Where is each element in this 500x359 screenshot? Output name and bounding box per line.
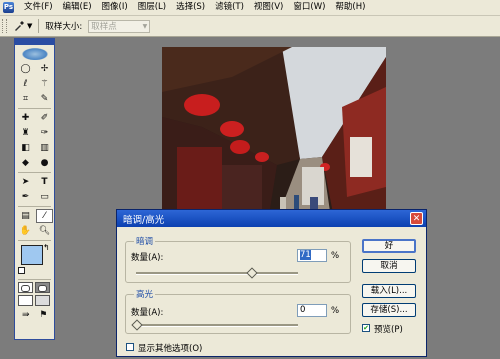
slice-tool-icon[interactable]: ✎ [36,92,53,106]
adobe-feather-logo[interactable] [19,47,50,60]
toolbox: ◯ ✢ ℓ ⚚ ⌗ ✎ ✚ ✐ ♜ ✑ ◧ ▥ ◆ ● ➤ T ✒ ▭ ▤ ⁄ … [14,38,55,340]
menu-file[interactable]: 文件(F) [19,0,58,15]
eraser-tool-icon[interactable]: ◧ [17,141,34,155]
highlights-amount-label: 数量(A): [131,308,164,318]
highlights-legend: 高光 [134,288,156,300]
magic-wand-icon[interactable]: ⚚ [36,77,53,91]
move-tool-icon[interactable]: ✢ [36,62,53,76]
highlights-slider-thumb[interactable] [131,319,143,331]
menu-bar: Ps 文件(F) 编辑(E) 图像(I) 图层(L) 选择(S) 滤镜(T) 视… [0,0,500,16]
swap-colors-icon[interactable]: ↰ [43,243,50,252]
shadows-group: 暗调 数量(A): 71 % [125,235,351,283]
shadow-highlight-dialog: 暗调/高光 ✕ 暗调 数量(A): 71 % 高光 数量(A): 0 % 显示其… [116,209,427,357]
default-colors-icon[interactable] [18,267,25,274]
preview-checkbox[interactable]: ✔ [362,324,370,332]
dodge-tool-icon[interactable]: ● [36,156,53,170]
sample-size-value: 取样点 [91,22,117,32]
menu-filter[interactable]: 滤镜(T) [210,0,249,15]
menu-help[interactable]: 帮助(H) [330,0,370,15]
show-more-options-label[interactable]: 显示其他选项(O) [138,342,202,354]
options-separator [38,19,40,33]
dialog-title-bar[interactable]: 暗调/高光 [117,210,426,227]
shadows-slider-thumb[interactable] [246,267,258,279]
zoom-tool-icon[interactable]: 🔍︎ [36,224,53,238]
shadows-amount-label: 数量(A): [131,253,164,263]
toolbox-divider [18,206,51,207]
highlights-unit: % [331,306,340,316]
dialog-title: 暗调/高光 [123,214,165,226]
tool-preset-picker[interactable]: ▼ [13,20,32,32]
brush-tool-icon[interactable]: ✐ [36,111,53,125]
shadows-legend: 暗调 [134,235,156,247]
eyedropper-icon [15,21,24,31]
menu-layer[interactable]: 图层(L) [133,0,171,15]
lasso-tool-icon[interactable]: ℓ [17,77,34,91]
menu-image[interactable]: 图像(I) [97,0,133,15]
path-selection-icon[interactable]: ➤ [17,175,34,189]
history-brush-icon[interactable]: ✑ [36,126,53,140]
gradient-tool-icon[interactable]: ▥ [36,141,53,155]
highlights-amount-input[interactable]: 0 [297,304,327,317]
menu-edit[interactable]: 编辑(E) [58,0,97,15]
highlights-group: 高光 数量(A): 0 % [125,288,351,334]
chevron-down-icon: ▼ [142,22,148,30]
toolbox-title-bar[interactable] [15,39,54,45]
toolbox-divider [18,279,51,280]
eyedropper-tool-icon[interactable]: ⁄ [36,209,53,223]
menu-window[interactable]: 窗口(W) [288,0,330,15]
options-bar-grip[interactable] [2,19,7,33]
file-browser-icon[interactable]: ⚑ [36,308,52,322]
preview-label[interactable]: 预览(P) [374,323,403,335]
photoshop-app-icon[interactable]: Ps [3,2,14,13]
clone-stamp-icon[interactable]: ♜ [17,126,34,140]
shadows-amount-input[interactable]: 71 [297,249,327,262]
menu-select[interactable]: 选择(S) [171,0,210,15]
sample-size-label: 取样大小: [45,22,83,32]
toolbox-divider [18,172,51,173]
ok-button[interactable]: 好 [362,239,416,253]
blur-tool-icon[interactable]: ◆ [17,156,34,170]
notes-tool-icon[interactable]: ▤ [17,209,34,223]
options-bar: ▼ 取样大小: 取样点 ▼ [0,16,500,37]
color-swatches: ↰ [15,243,54,277]
type-tool-icon[interactable]: T [36,175,53,189]
sample-size-select[interactable]: 取样点 ▼ [88,19,151,33]
foreground-color-swatch[interactable] [21,245,43,265]
highlights-amount-slider[interactable] [136,324,298,327]
shadows-unit: % [331,251,340,261]
load-button[interactable]: 载入(L)... [362,284,416,298]
hand-tool-icon[interactable]: ✋ [17,224,34,238]
toolbox-divider [18,240,51,241]
save-button[interactable]: 存储(S)... [362,303,416,317]
cancel-button[interactable]: 取消 [362,259,416,273]
pen-tool-icon[interactable]: ✒ [17,190,34,204]
standard-mode-icon[interactable] [18,282,33,293]
menu-view[interactable]: 视图(V) [249,0,288,15]
toolbox-divider [18,108,51,109]
show-more-options-checkbox[interactable] [126,343,134,351]
full-screen-menu-mode-icon[interactable] [35,295,50,306]
shadows-amount-slider[interactable] [136,272,298,275]
quick-mask-mode-icon[interactable] [35,282,50,293]
close-icon[interactable]: ✕ [410,212,423,225]
chevron-down-icon: ▼ [27,22,33,30]
crop-tool-icon[interactable]: ⌗ [17,92,34,106]
rectangle-tool-icon[interactable]: ▭ [36,190,53,204]
highlights-amount-value: 0 [300,305,306,315]
standard-screen-mode-icon[interactable] [18,295,33,306]
marquee-tool-icon[interactable]: ◯ [17,62,34,76]
shadows-amount-value: 71 [300,250,311,260]
healing-brush-icon[interactable]: ✚ [17,111,34,125]
jump-to-imageready-icon[interactable]: ⇛ [18,308,34,322]
